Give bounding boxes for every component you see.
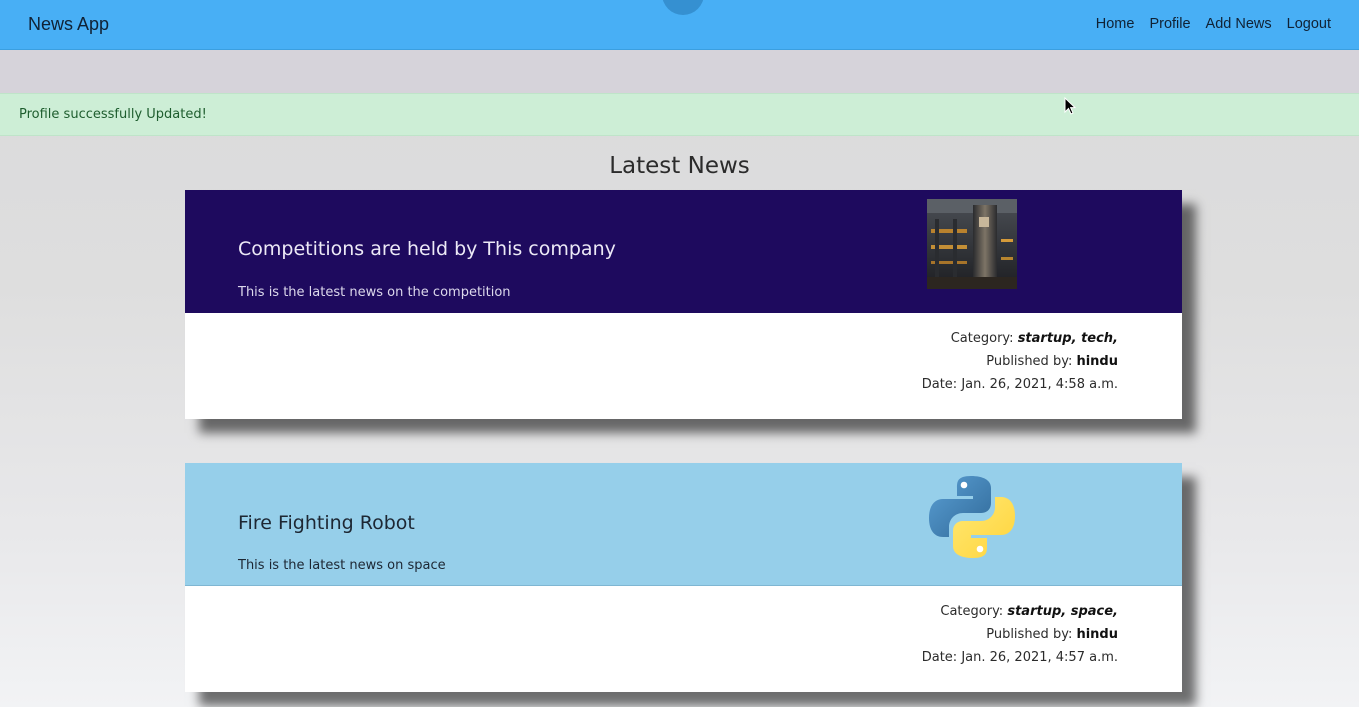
news-publisher-row: Published by: hindu: [922, 623, 1118, 646]
section-title: Latest News: [609, 153, 750, 179]
news-date-row: Date: Jan. 26, 2021, 4:57 a.m.: [922, 646, 1118, 669]
news-category: startup, space,: [1007, 604, 1118, 619]
secondary-strip: [0, 50, 1359, 93]
news-title[interactable]: Competitions are held by This company: [238, 238, 616, 260]
news-date: Jan. 26, 2021, 4:58 a.m.: [961, 377, 1118, 392]
news-date: Jan. 26, 2021, 4:57 a.m.: [961, 650, 1118, 665]
publisher-label: Published by:: [986, 627, 1073, 642]
news-publisher: hindu: [1076, 627, 1118, 642]
category-label: Category:: [940, 604, 1004, 619]
success-alert: Profile successfully Updated!: [0, 93, 1359, 136]
news-card-header: Competitions are held by This company Th…: [185, 190, 1182, 313]
date-label: Date:: [921, 377, 958, 392]
python-logo-icon: [929, 476, 1015, 558]
news-category: startup, tech,: [1017, 331, 1118, 346]
news-category-row: Category: startup, space,: [922, 600, 1118, 623]
date-label: Date:: [921, 650, 958, 665]
mouse-cursor-icon: [1064, 97, 1076, 115]
news-publisher-row: Published by: hindu: [922, 350, 1118, 373]
category-label: Category:: [950, 331, 1014, 346]
news-thumbnail: [927, 199, 1017, 289]
decorative-circle: [662, 0, 704, 15]
news-title[interactable]: Fire Fighting Robot: [238, 512, 415, 534]
nav-links: Home Profile Add News Logout: [1096, 16, 1331, 32]
news-meta: Category: startup, space, Published by: …: [922, 600, 1118, 669]
news-date-row: Date: Jan. 26, 2021, 4:58 a.m.: [922, 373, 1118, 396]
navbar: News App Home Profile Add News Logout: [0, 0, 1359, 50]
news-description: This is the latest news on the competiti…: [238, 285, 511, 300]
nav-home-link[interactable]: Home: [1096, 16, 1135, 32]
news-meta: Category: startup, tech, Published by: h…: [922, 327, 1118, 396]
news-publisher: hindu: [1076, 354, 1118, 369]
news-category-row: Category: startup, tech,: [922, 327, 1118, 350]
news-card[interactable]: Competitions are held by This company Th…: [185, 190, 1182, 419]
nav-logout-link[interactable]: Logout: [1287, 16, 1331, 32]
publisher-label: Published by:: [986, 354, 1073, 369]
news-description: This is the latest news on space: [238, 558, 446, 573]
nav-profile-link[interactable]: Profile: [1149, 16, 1190, 32]
nav-add-news-link[interactable]: Add News: [1206, 16, 1272, 32]
brand-link[interactable]: News App: [28, 14, 109, 35]
news-card[interactable]: Fire Fighting Robot This is the latest n…: [185, 463, 1182, 692]
alert-message: Profile successfully Updated!: [19, 107, 207, 122]
news-card-header: Fire Fighting Robot This is the latest n…: [185, 463, 1182, 586]
